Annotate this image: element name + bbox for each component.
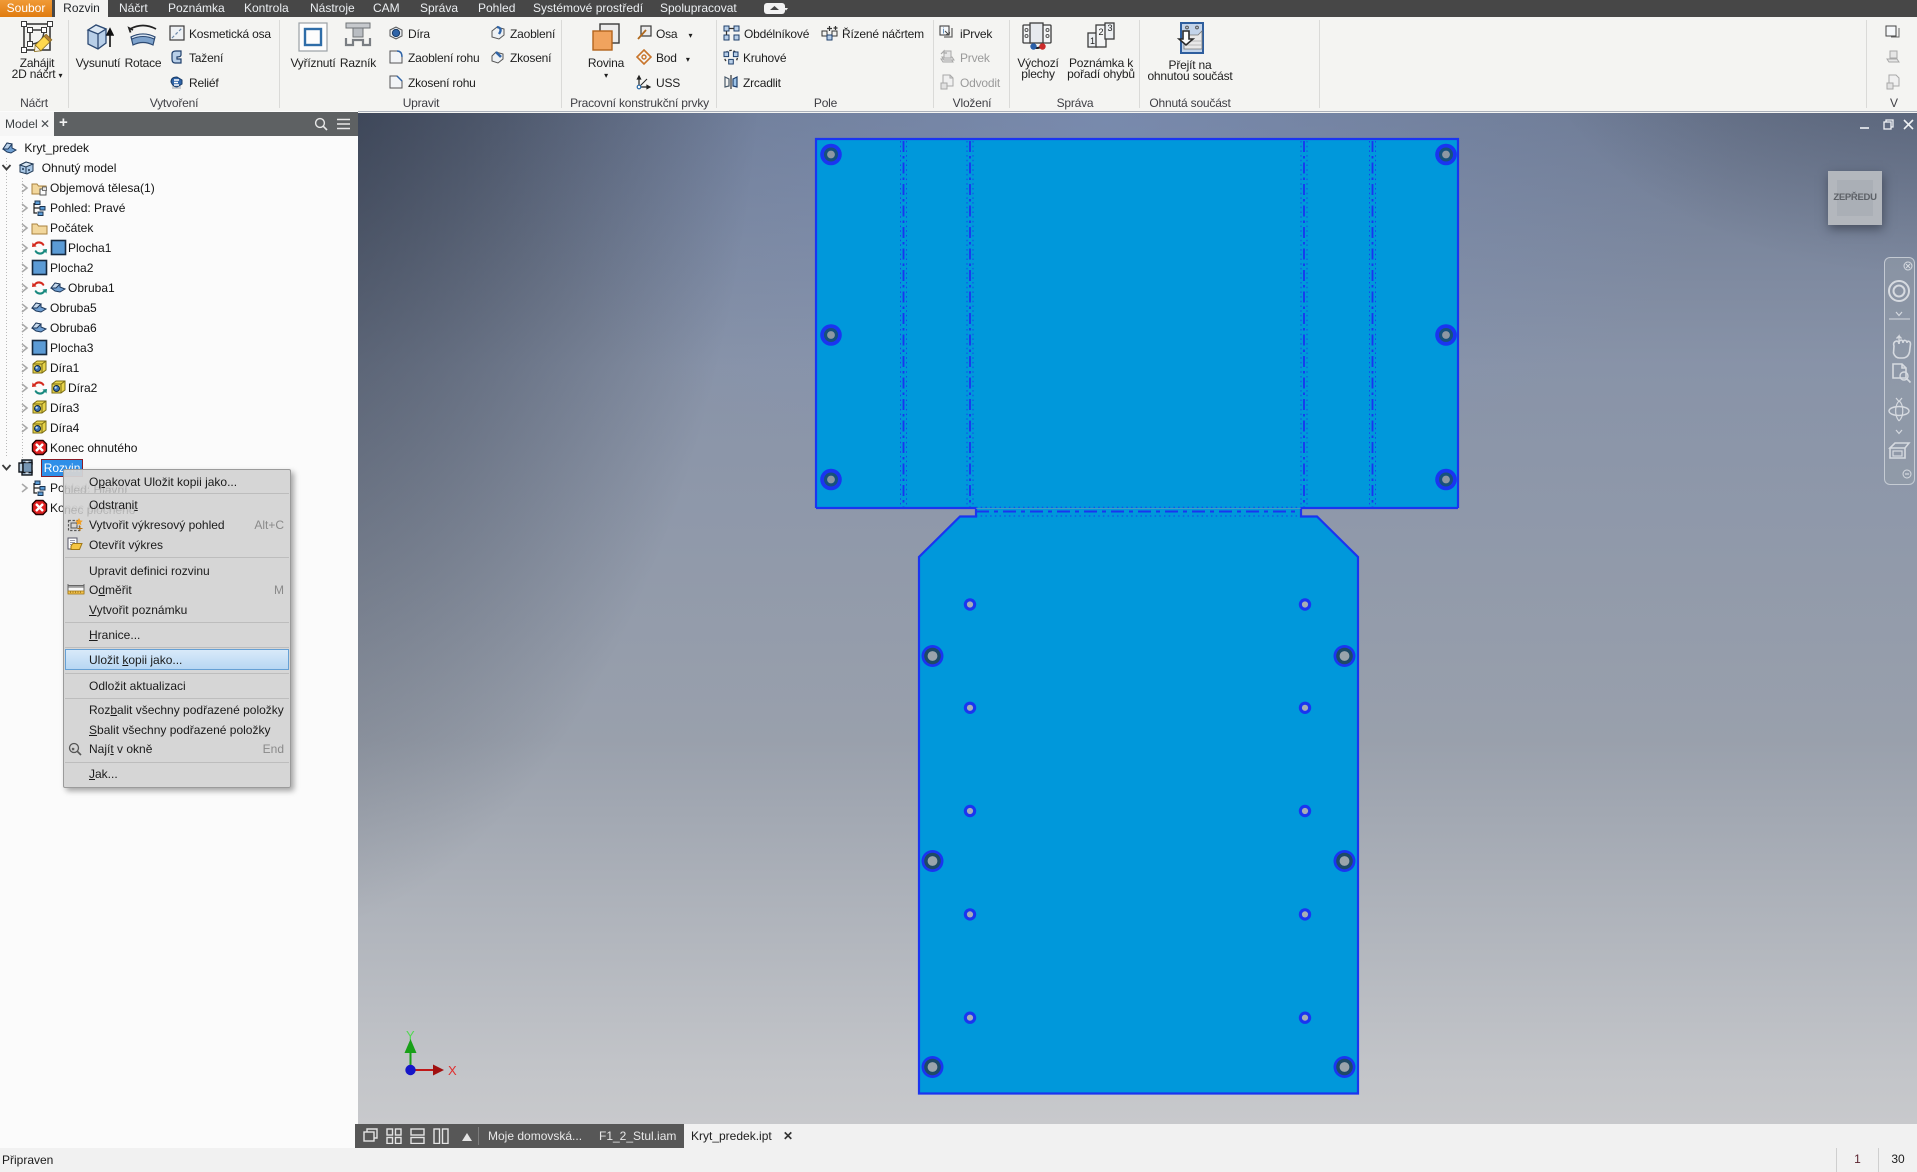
svg-text:X: X: [448, 1063, 457, 1078]
svg-text:2: 2: [1099, 27, 1104, 37]
svg-text:3: 3: [1108, 23, 1113, 33]
svg-text:1: 1: [1090, 36, 1095, 46]
